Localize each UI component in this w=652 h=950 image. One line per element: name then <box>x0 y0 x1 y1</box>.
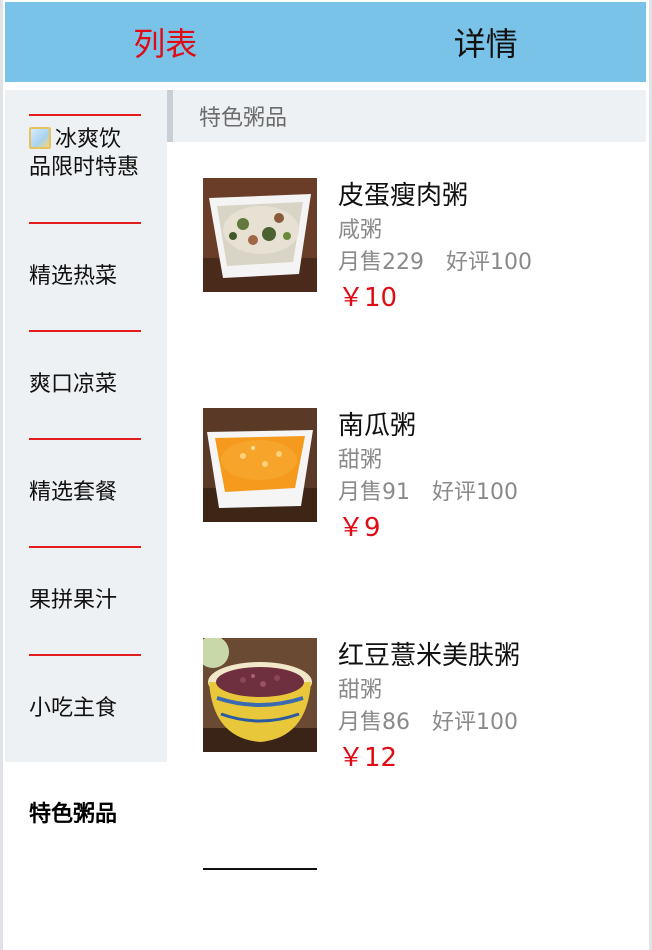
tab-details[interactable]: 详情 <box>326 2 647 82</box>
red-bean-porridge-photo[interactable] <box>203 638 317 752</box>
menu-item-hot-dishes[interactable]: 精选热菜 <box>29 263 141 291</box>
category-menu: 冰爽饮品限时特惠 精选热菜 爽口凉菜 精选套餐 果拼果汁 小吃主食 特色粥品 <box>5 90 167 950</box>
century-egg-porridge-photo[interactable] <box>203 178 317 292</box>
rating: 好评100 <box>446 250 532 275</box>
product-item[interactable]: 红豆薏米美肤粥 甜粥 月售86 好评100 ￥12 <box>203 638 623 778</box>
product-stats: 月售91 好评100 <box>338 476 518 510</box>
pumpkin-porridge-photo[interactable] <box>203 408 317 522</box>
product-price: ￥12 <box>338 743 398 773</box>
product-name: 皮蛋瘦肉粥 <box>338 181 469 211</box>
monthly-sales: 月售229 <box>338 250 424 275</box>
product-price: ￥10 <box>338 283 398 313</box>
product-info: 皮蛋瘦肉粥 咸粥 月售229 好评100 ￥10 <box>338 178 532 316</box>
menu-divider <box>29 546 141 548</box>
tab-list[interactable]: 列表 <box>5 2 326 82</box>
menu-item-snacks[interactable]: 小吃主食 <box>29 695 141 723</box>
section-title: 特色粥品 <box>167 90 646 142</box>
monthly-sales: 月售86 <box>338 710 410 735</box>
product-type: 咸粥 <box>338 218 383 243</box>
rating: 好评100 <box>432 480 518 505</box>
rating: 好评100 <box>432 710 518 735</box>
top-tab-bar: 列表 详情 <box>5 2 646 82</box>
menu-item-label: 小吃主食 <box>29 696 118 721</box>
monthly-sales: 月售91 <box>338 480 410 505</box>
menu-item-fruit-juice[interactable]: 果拼果汁 <box>29 587 141 615</box>
menu-item-label: 果拼果汁 <box>29 588 118 613</box>
menu-item-set-meals[interactable]: 精选套餐 <box>29 479 141 507</box>
menu-divider <box>29 438 141 440</box>
list-end-divider <box>203 868 317 870</box>
menu-divider <box>29 114 141 116</box>
product-type: 甜粥 <box>338 678 383 703</box>
product-info: 南瓜粥 甜粥 月售91 好评100 ￥9 <box>338 408 518 546</box>
menu-item-drinks-promo[interactable]: 冰爽饮品限时特惠 <box>29 126 141 182</box>
menu-item-label: 特色粥品 <box>29 802 118 827</box>
menu-divider <box>29 222 141 224</box>
product-info: 红豆薏米美肤粥 甜粥 月售86 好评100 ￥12 <box>338 638 520 776</box>
product-price: ￥9 <box>338 513 381 543</box>
app-frame: 列表 详情 冰爽饮品限时特惠 精选热菜 爽口凉菜 精选套餐 果拼果汁 小吃主食 <box>0 0 652 950</box>
hot-promo-icon <box>29 127 51 149</box>
product-name: 南瓜粥 <box>338 411 417 441</box>
menu-background <box>5 90 167 762</box>
product-item[interactable]: 皮蛋瘦肉粥 咸粥 月售229 好评100 ￥10 <box>203 178 623 318</box>
menu-item-cold-dishes[interactable]: 爽口凉菜 <box>29 371 141 399</box>
product-name: 红豆薏米美肤粥 <box>338 641 521 671</box>
menu-item-porridge[interactable]: 特色粥品 <box>29 801 141 829</box>
menu-item-label: 爽口凉菜 <box>29 372 118 397</box>
menu-item-label: 精选套餐 <box>29 480 118 505</box>
product-item[interactable]: 南瓜粥 甜粥 月售91 好评100 ￥9 <box>203 408 623 548</box>
menu-item-label: 精选热菜 <box>29 264 118 289</box>
product-stats: 月售86 好评100 <box>338 706 520 740</box>
product-stats: 月售229 好评100 <box>338 246 532 280</box>
menu-divider <box>29 330 141 332</box>
product-type: 甜粥 <box>338 448 383 473</box>
menu-divider <box>29 654 141 656</box>
